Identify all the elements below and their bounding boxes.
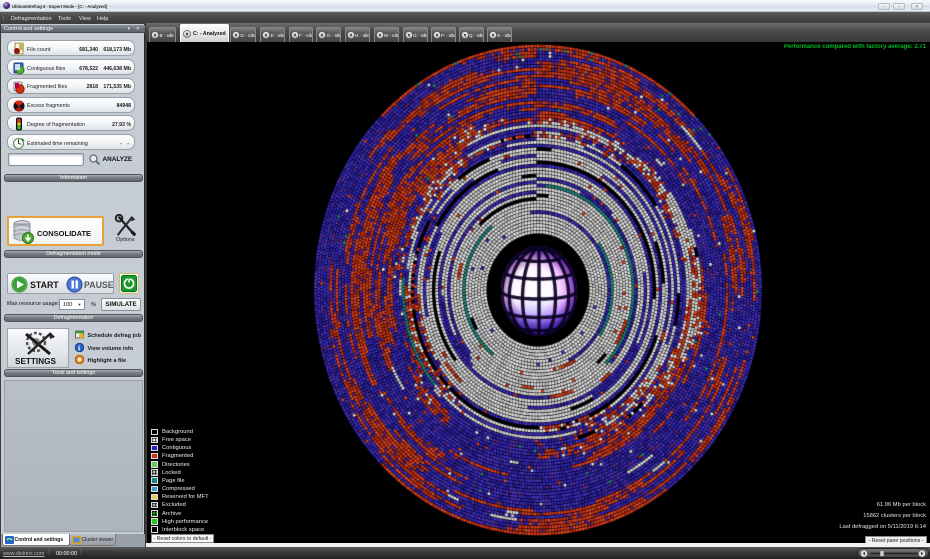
- svg-text:i: i: [78, 343, 80, 352]
